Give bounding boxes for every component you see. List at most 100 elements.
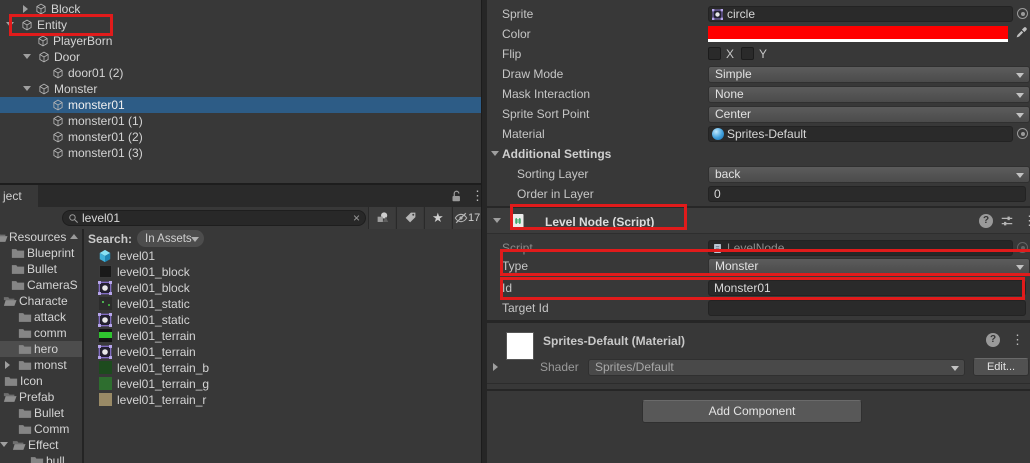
folder-row-hero-selected[interactable]: hero [0,341,82,357]
material-object-field[interactable]: Sprites-Default [708,126,1013,142]
asset-row-level01-terrain-tex[interactable]: level01_terrain [84,328,481,344]
folder-row-blueprint[interactable]: Blueprint [0,245,82,261]
gameobject-cube-icon [38,83,50,95]
folder-row-attack[interactable]: attack [0,309,82,325]
folder-icon [18,326,32,340]
folder-row-camera[interactable]: CameraS [0,277,82,293]
search-by-type-button[interactable] [368,207,395,229]
folder-label: Resources [9,229,66,245]
hierarchy-item-label: Block [51,1,80,17]
add-component-button[interactable]: Add Component [642,400,862,423]
sprite-sort-point-label: Sprite Sort Point [502,104,589,124]
texture-thumbnail-icon [99,329,112,342]
flip-y-checkbox[interactable] [741,47,754,60]
order-in-layer-field[interactable]: 0 [708,186,1026,202]
presets-icon[interactable] [1000,214,1014,228]
script-object-field: LevelNode [708,240,1013,256]
folder-row-icon[interactable]: Icon [0,373,82,389]
gameobject-cube-icon [37,35,49,47]
sprite-icon [98,345,112,359]
id-field-label: Id [502,278,512,298]
asset-row-level01-static-tex[interactable]: level01_static [84,296,481,312]
mask-interaction-dropdown[interactable]: None [708,86,1030,103]
sorting-layer-dropdown[interactable]: back [708,166,1030,183]
folder-row-prefab-common[interactable]: Comm [0,421,82,437]
hierarchy-row-block[interactable]: Block [0,1,481,17]
component-menu-icon[interactable]: ⋮ [1023,213,1030,229]
folder-row-bullet[interactable]: Bullet [0,261,82,277]
hierarchy-row-entity[interactable]: Entity [0,17,481,33]
tab-project[interactable]: ject [0,185,38,207]
hierarchy-row-monster01-3[interactable]: monster01 (3) [0,145,481,161]
material-menu-icon[interactable]: ⋮ [1011,332,1024,348]
search-field[interactable]: × [62,210,366,226]
color-swatch[interactable] [708,26,1008,42]
eyedropper-icon[interactable] [1015,26,1028,39]
hierarchy-row-door01[interactable]: door01 (2) [0,65,481,81]
hierarchy-row-monster01-2[interactable]: monster01 (2) [0,129,481,145]
material-sphere-icon [712,128,724,140]
type-dropdown[interactable]: Monster [708,258,1030,275]
lock-open-icon[interactable] [449,189,463,203]
hierarchy-row-monster01-selected[interactable]: monster01 [0,97,481,113]
draw-mode-dropdown[interactable]: Simple [708,66,1030,83]
hierarchy-row-playerborn[interactable]: PlayerBorn [0,33,481,49]
hierarchy-row-monster[interactable]: Monster [0,81,481,97]
save-search-button[interactable]: ★ [424,207,451,229]
object-picker-icon[interactable] [1017,128,1028,139]
color-field-label: Color [502,24,531,44]
scrollbar-up-icon[interactable] [70,234,78,239]
material-foldout-arrow-icon[interactable] [493,363,498,371]
id-field[interactable]: Monster01 [708,280,1026,296]
sprite-object-field[interactable]: circle [708,6,1013,22]
asset-row-level01-block-tex[interactable]: level01_block [84,264,481,280]
asset-row-level01-block-sprite[interactable]: level01_block [84,280,481,296]
asset-row-level01-terrain-b[interactable]: level01_terrain_b [84,360,481,376]
folder-row-monster[interactable]: monst [0,357,82,373]
folder-row-prefab-bullet[interactable]: Bullet [0,405,82,421]
collapse-arrow-icon[interactable] [23,5,28,13]
search-input[interactable] [82,211,332,225]
foldout-arrow-icon[interactable] [491,151,499,156]
hidden-count-button[interactable]: 17 [452,207,481,229]
flip-x-checkbox[interactable] [708,47,721,60]
asset-row-level01[interactable]: level01 [84,248,481,264]
search-clear-icon[interactable]: × [353,210,360,226]
help-icon[interactable]: ? [979,214,993,228]
project-asset-list: level01 level01_block level01_block leve… [84,229,481,463]
asset-row-level01-terrain-r[interactable]: level01_terrain_r [84,392,481,408]
asset-row-level01-terrain-sprite[interactable]: level01_terrain [84,344,481,360]
hierarchy-row-monster01-1[interactable]: monster01 (1) [0,113,481,129]
order-in-layer-label: Order in Layer [517,184,594,204]
folder-row-character[interactable]: Characte [0,293,82,309]
expand-arrow-icon[interactable] [23,54,31,59]
expand-arrow-icon[interactable] [0,442,8,447]
folder-row-effect[interactable]: Effect [0,437,82,453]
shader-dropdown[interactable]: Sprites/Default [588,359,965,376]
folder-row-common[interactable]: comm [0,325,82,341]
prefab-cube-icon [98,249,112,263]
target-id-field[interactable] [708,300,1026,316]
folder-row-prefab[interactable]: Prefab [0,389,82,405]
search-by-label-button[interactable] [396,207,423,229]
target-id-field-label: Target Id [502,298,549,318]
sprite-sort-point-dropdown[interactable]: Center [708,106,1030,123]
expand-arrow-icon[interactable] [23,86,31,91]
folder-row-effect-bullet[interactable]: bull [0,453,82,463]
asset-row-level01-terrain-g[interactable]: level01_terrain_g [84,376,481,392]
level-node-header[interactable]: Level Node (Script) ? ⋮ [487,208,1030,234]
shader-edit-button[interactable]: Edit... [973,358,1029,376]
shader-value: Sprites/Default [595,360,674,374]
collapse-arrow-icon[interactable] [5,361,10,369]
hierarchy-row-door[interactable]: Door [0,49,481,65]
hierarchy-item-label: monster01 (3) [68,145,143,161]
help-icon[interactable]: ? [986,333,1000,347]
foldout-arrow-icon[interactable] [493,218,501,223]
inspector-panel: Sprite circle Color Flip X Y Draw Mode S… [487,0,1030,463]
texture-thumbnail-icon [99,377,112,390]
object-picker-icon[interactable] [1017,8,1028,19]
asset-row-level01-static-sprite[interactable]: level01_static [84,312,481,328]
texture-thumbnail-icon [99,361,112,374]
expand-arrow-icon[interactable] [6,22,14,27]
material-preview-thumbnail[interactable] [506,332,534,360]
